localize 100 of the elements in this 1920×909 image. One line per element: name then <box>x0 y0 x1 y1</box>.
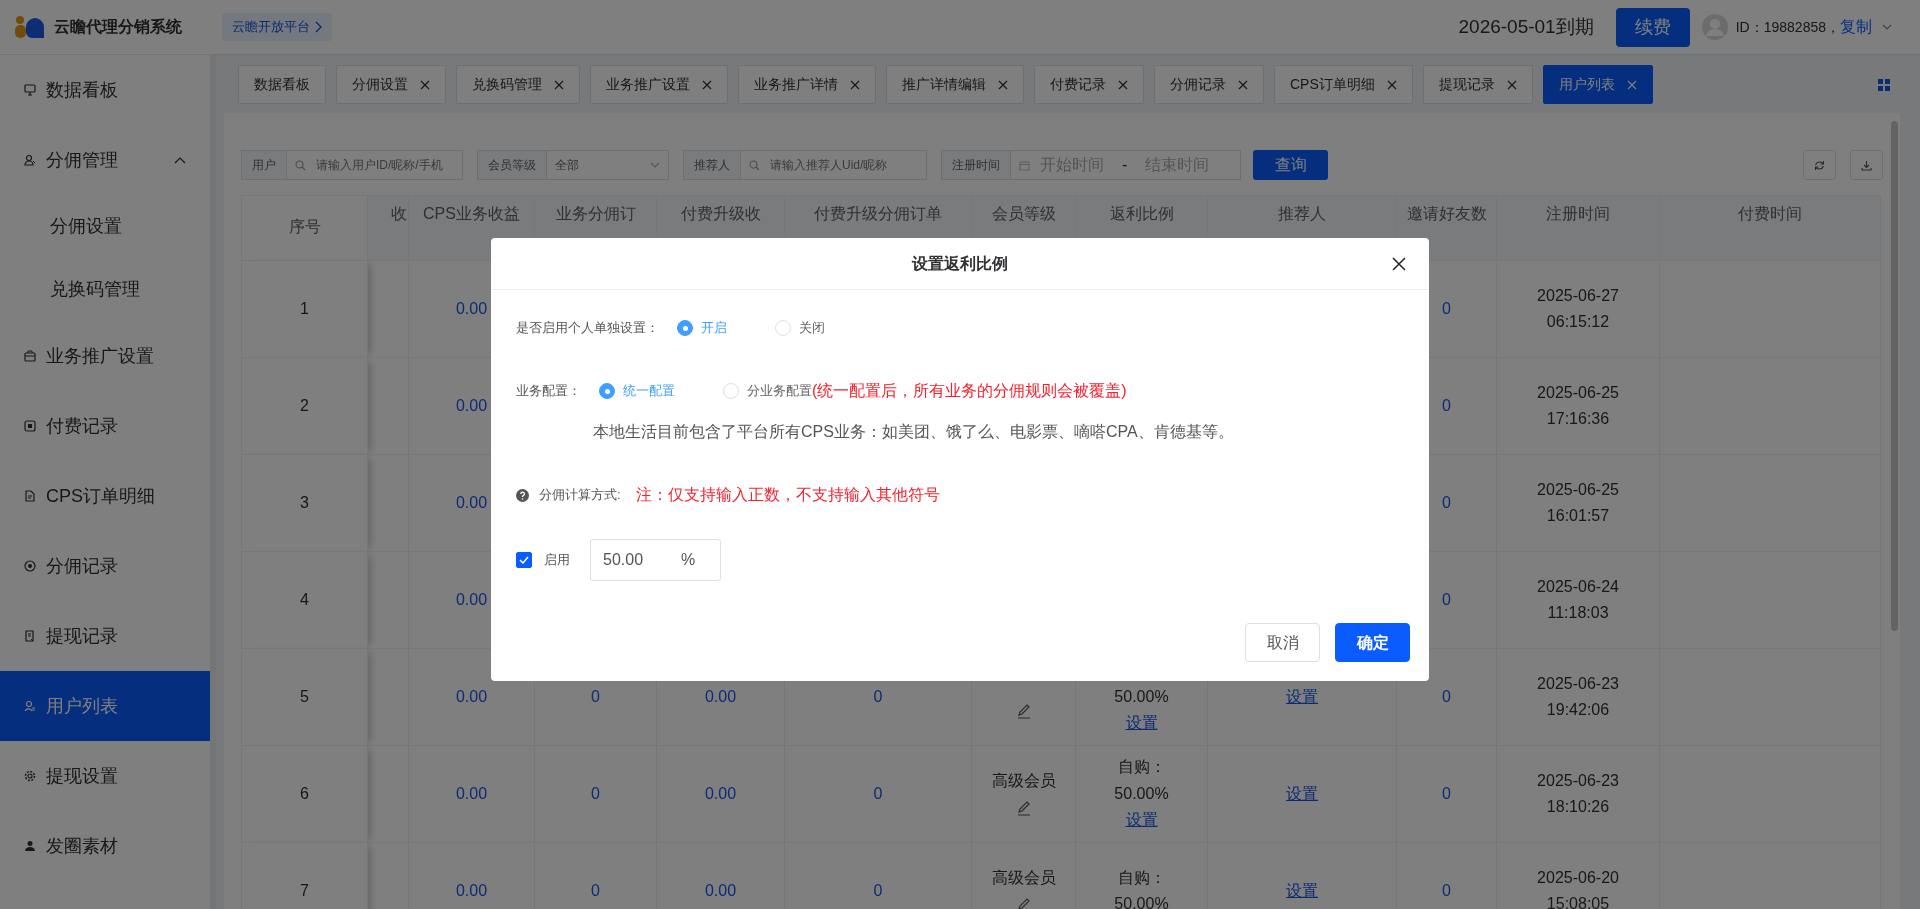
close-icon[interactable] <box>702 79 712 90</box>
sidebar-item[interactable]: 发圈素材 <box>0 811 210 881</box>
sidebar-item[interactable]: 数据看板 <box>0 55 210 125</box>
row-index: 6 <box>300 784 309 802</box>
confirm-button[interactable]: 确定 <box>1335 623 1410 662</box>
radio-option[interactable]: 分业务配置 <box>723 381 812 401</box>
scrollbar[interactable] <box>1891 121 1898 631</box>
sidebar-item[interactable]: CPS订单明细 <box>0 461 210 531</box>
tab[interactable]: 业务推广详情 <box>738 65 876 104</box>
table-cell: 0 <box>873 881 883 899</box>
warning-note: (统一配置后，所有业务的分佣规则会被覆盖) <box>812 381 1127 401</box>
close-icon[interactable] <box>1386 79 1397 90</box>
table-cell: 0.00 <box>455 687 488 705</box>
pencil-icon[interactable] <box>1015 702 1032 719</box>
sidebar-item[interactable]: 分佣管理 <box>0 125 210 195</box>
refresh-button[interactable] <box>1803 150 1836 180</box>
chevron-up-icon[interactable] <box>174 156 186 164</box>
table-cell: 0.00 <box>704 881 737 899</box>
row-index: 1 <box>300 299 309 317</box>
tab[interactable]: 数据看板 <box>238 65 326 104</box>
briefcase-icon <box>24 350 36 362</box>
tab[interactable]: 分佣记录 <box>1154 65 1264 104</box>
table-cell: 0.00 <box>704 687 737 705</box>
tab[interactable]: 推广详情编辑 <box>886 65 1024 104</box>
pencil-icon[interactable] <box>1015 799 1032 816</box>
filter-label: 用户 <box>241 150 287 180</box>
settings-link[interactable]: 设置 <box>1125 714 1158 731</box>
search-icon <box>295 159 306 171</box>
settings-link[interactable]: 设置 <box>1286 687 1318 705</box>
tab[interactable]: 提现记录 <box>1422 65 1533 104</box>
close-icon[interactable] <box>1506 79 1517 90</box>
close-icon[interactable] <box>1118 79 1128 90</box>
table-cell: 0.00 <box>455 299 488 317</box>
sidebar-item[interactable]: 提现记录 <box>0 601 210 671</box>
radio-option[interactable]: 统一配置 <box>599 381 675 401</box>
user-icon <box>24 154 36 166</box>
column-header: 序号 <box>288 218 321 236</box>
date-separator: - <box>1122 155 1128 175</box>
pencil-icon[interactable] <box>1015 896 1032 909</box>
close-icon <box>1392 257 1406 271</box>
table-cell: 0.00 <box>455 784 488 802</box>
registration-time: 2025-06-25 16:01:57 <box>1536 480 1620 526</box>
sidebar-item[interactable]: 分佣记录 <box>0 531 210 601</box>
table-cell: 0.00 <box>455 881 488 899</box>
description-text: 本地生活目前包含了平台所有CPS业务：如美团、饿了么、电影票、嘀嗒CPA、肯德基等。 <box>593 422 1235 442</box>
search-input[interactable]: 请输入用户ID/昵称/手机 <box>314 155 454 175</box>
sidebar-item[interactable]: 付费记录 <box>0 391 210 461</box>
sidebar-subitem[interactable]: 分佣设置 <box>0 195 210 258</box>
tab[interactable]: 分佣设置 <box>336 65 446 104</box>
settings-link[interactable]: 设置 <box>1286 784 1318 802</box>
user-id: ID：19882858， <box>1735 17 1840 37</box>
tab[interactable]: 用户列表 <box>1542 65 1653 104</box>
tab[interactable]: 业务推广设置 <box>590 65 728 104</box>
select-field[interactable]: 全部 <box>547 150 669 180</box>
monitor-icon <box>24 84 36 96</box>
column-header: 业务分佣订 <box>555 205 636 222</box>
close-icon[interactable] <box>554 79 564 90</box>
caret-down-icon[interactable] <box>1882 24 1892 30</box>
table-cell: 0 <box>1442 784 1451 802</box>
settings-link[interactable]: 设置 <box>1125 811 1158 829</box>
table-cell: 0 <box>873 687 883 705</box>
filter-label: 推荐人 <box>683 150 741 180</box>
tab[interactable]: 付费记录 <box>1034 65 1144 104</box>
unit-label: % <box>681 550 696 570</box>
target-icon <box>24 560 36 572</box>
grid-icon[interactable] <box>1878 78 1890 91</box>
sidebar-subitem[interactable]: 兑换码管理 <box>0 258 210 321</box>
member-level: 高级会员 <box>990 770 1057 791</box>
table-cell: 0 <box>1442 590 1451 608</box>
help-icon <box>516 488 529 502</box>
checkbox[interactable] <box>516 552 532 568</box>
search-field[interactable]: 请输入用户ID/昵称/手机 <box>287 150 463 180</box>
sidebar-item[interactable]: 提现设置 <box>0 741 210 811</box>
refresh-icon <box>1814 159 1825 171</box>
search-button[interactable]: 查询 <box>1253 150 1328 180</box>
square-icon <box>24 420 36 432</box>
column-header: 邀请好友数 <box>1406 205 1487 222</box>
table-cell: 0 <box>591 784 600 802</box>
platform-link[interactable]: 云瞻开放平台 <box>222 13 332 41</box>
sidebar-item[interactable]: 用户列表 <box>0 671 210 741</box>
search-field[interactable]: 请输入推荐人Uid/昵称 <box>741 150 927 180</box>
close-icon[interactable] <box>850 79 860 90</box>
radio-option[interactable]: 关闭 <box>775 318 825 338</box>
tab[interactable]: CPS订单明细 <box>1274 65 1413 104</box>
copy-link[interactable]: 复制 <box>1840 15 1872 39</box>
close-icon[interactable] <box>420 79 430 90</box>
radio-option[interactable]: 开启 <box>677 318 727 338</box>
close-icon[interactable] <box>998 79 1008 90</box>
chevron-right-icon <box>314 21 322 33</box>
tab[interactable]: 兑换码管理 <box>456 65 580 104</box>
sidebar-item[interactable]: 业务推广设置 <box>0 321 210 391</box>
close-icon[interactable] <box>1238 79 1248 90</box>
rate-field[interactable]: 50.00 % <box>590 539 721 581</box>
search-input[interactable]: 请输入推荐人Uid/昵称 <box>768 155 918 175</box>
renew-button[interactable]: 续费 <box>1615 7 1690 47</box>
check-icon <box>519 556 529 564</box>
table-cell: 0 <box>873 784 883 802</box>
settings-link[interactable]: 设置 <box>1286 881 1318 899</box>
cancel-button[interactable]: 取消 <box>1245 623 1320 662</box>
chevron-down-icon <box>650 162 660 168</box>
